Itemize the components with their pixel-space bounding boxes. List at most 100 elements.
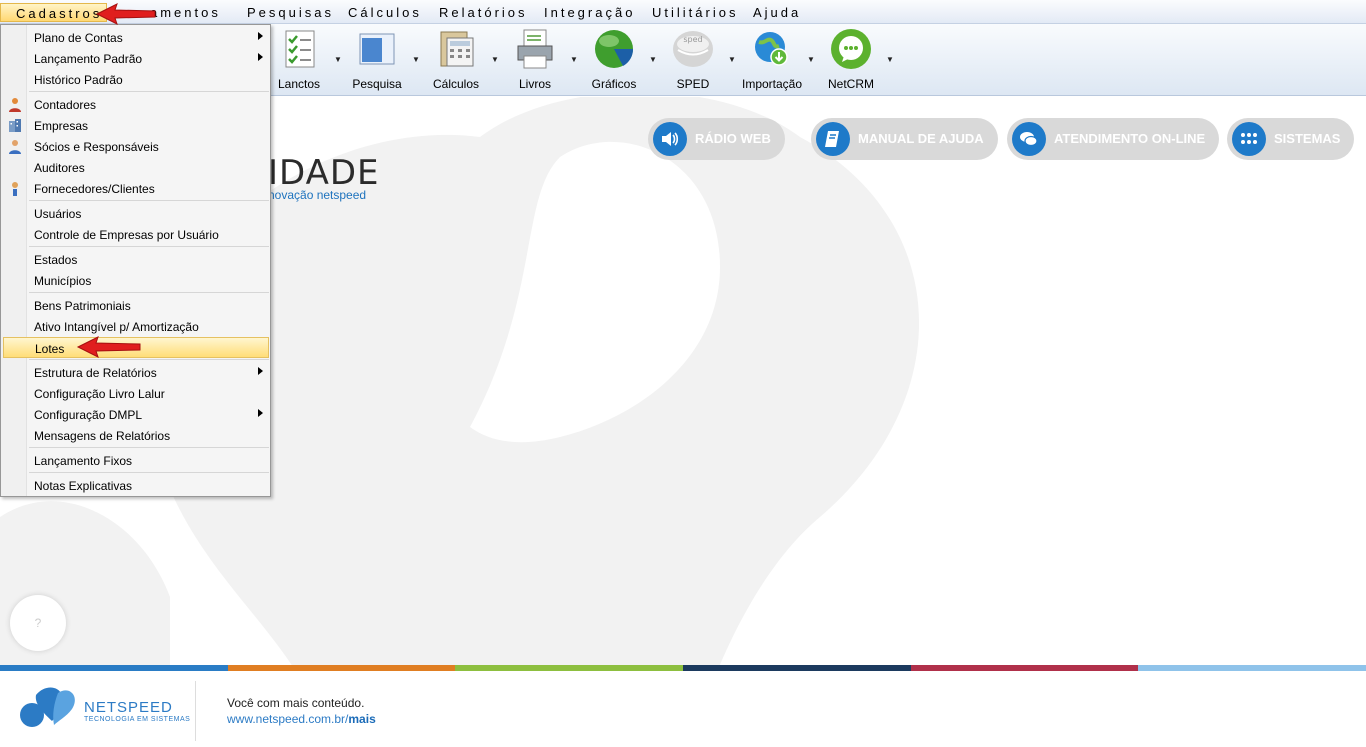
menu-item-label: Configuração Livro Lalur (34, 387, 165, 401)
toolbar-sped-dropdown-icon[interactable]: ▼ (728, 55, 736, 64)
toolbar-graficos[interactable]: Gráficos ▼ (581, 24, 657, 96)
menu-item-socios-e-responsaveis[interactable]: Sócios e Responsáveis (3, 136, 269, 157)
menu-item-estrutura-de-relatorios[interactable]: Estrutura de Relatórios (3, 362, 269, 383)
toolbar-lanctos-dropdown-icon[interactable]: ▼ (334, 55, 342, 64)
toolbar-netcrm-dropdown-icon[interactable]: ▼ (886, 55, 894, 64)
menu-item-auditores[interactable]: Auditores (3, 157, 269, 178)
toolbar-pesquisa-label: Pesquisa (352, 77, 402, 91)
menu-item-configuracao-dmpl[interactable]: Configuração DMPL (3, 404, 269, 425)
chat-icon (1012, 122, 1046, 156)
sistemas-button[interactable]: SISTEMAS (1227, 118, 1355, 160)
cadastros-dropdown-menu: Plano de Contas Lançamento Padrão Histór… (0, 24, 271, 497)
menu-item-mensagens-de-relatorios[interactable]: Mensagens de Relatórios (3, 425, 269, 446)
menu-item-usuarios[interactable]: Usuários (3, 203, 269, 224)
menu-item-fornecedores-clientes[interactable]: Fornecedores/Clientes (3, 178, 269, 199)
menu-relatorios[interactable]: Relatórios (439, 5, 528, 20)
menu-item-label: Bens Patrimoniais (34, 299, 131, 313)
toolbar-calculos-dropdown-icon[interactable]: ▼ (491, 55, 499, 64)
toolbar-pesquisa-dropdown-icon[interactable]: ▼ (412, 55, 420, 64)
menu-item-label: Estados (34, 253, 78, 267)
menu-item-ativo-intangivel[interactable]: Ativo Intangível p/ Amortização (3, 316, 269, 337)
menu-integracao[interactable]: Integração (544, 5, 635, 20)
manual-de-ajuda-button[interactable]: MANUAL DE AJUDA (811, 118, 998, 160)
menu-item-label: Notas Explicativas (34, 479, 133, 493)
menu-ajuda[interactable]: Ajuda (753, 5, 801, 20)
menu-item-historico-padrao[interactable]: Histórico Padrão (3, 69, 269, 90)
menu-item-label: Plano de Contas (34, 31, 123, 45)
toolbar-netcrm-label: NetCRM (827, 77, 874, 91)
menu-pesquisas[interactable]: Pesquisas (247, 5, 334, 20)
menu-item-estados[interactable]: Estados (3, 249, 269, 270)
menu-item-label: Auditores (34, 161, 85, 175)
menu-item-contadores[interactable]: Contadores (3, 94, 269, 115)
menu-item-label: Usuários (34, 207, 82, 221)
chat-bubble-icon (831, 29, 871, 69)
menu-item-label: Empresas (34, 119, 89, 133)
menu-lancamentos[interactable]: amentos (150, 5, 221, 20)
menu-separator (29, 472, 269, 473)
toolbar-importacao[interactable]: Importação ▼ (739, 24, 815, 96)
menu-item-bens-patrimoniais[interactable]: Bens Patrimoniais (3, 295, 269, 316)
menu-calculos[interactable]: Cálculos (348, 5, 422, 20)
help-button[interactable]: ? (10, 595, 66, 651)
menu-item-label: Municípios (34, 274, 92, 288)
grid-dots-icon (1232, 122, 1266, 156)
partners-icon (9, 140, 21, 154)
submenu-arrow-icon (258, 53, 263, 61)
menu-item-label: Contadores (34, 98, 97, 112)
submenu-arrow-icon (258, 367, 263, 375)
annotation-arrow-icon (95, 3, 156, 25)
radio-web-label: RÁDIO WEB (695, 131, 771, 146)
buildings-icon (9, 119, 21, 132)
menu-item-lancamento-padrao[interactable]: Lançamento Padrão (3, 48, 269, 69)
footer-tagline: Você com mais conteúdo. (227, 696, 365, 710)
menu-utilitarios[interactable]: Utilitários (652, 5, 738, 20)
netspeed-logo-icon (20, 687, 75, 727)
menu-item-lancamento-fixos[interactable]: Lançamento Fixos (3, 450, 269, 471)
toolbar-importacao-dropdown-icon[interactable]: ▼ (807, 55, 815, 64)
footer: NETSPEED TECNOLOGIA EM SISTEMAS Você com… (0, 671, 1366, 747)
annotation-arrow-icon (76, 336, 141, 358)
atendimento-online-button[interactable]: ATENDIMENTO ON-LINE (1007, 118, 1220, 160)
toolbar-sped[interactable]: sped SPED ▼ (660, 24, 736, 96)
menu-separator (29, 91, 269, 92)
sped-icon: sped (673, 31, 713, 67)
product-logo-tagline: novação netspeed (268, 188, 367, 202)
menu-cadastros[interactable]: Cadastros (0, 3, 108, 22)
toolbar-pesquisa[interactable]: Pesquisa ▼ (344, 24, 420, 96)
menu-item-plano-de-contas[interactable]: Plano de Contas (3, 27, 269, 48)
menu-item-label: Sócios e Responsáveis (34, 140, 159, 154)
toolbar-sped-label: SPED (676, 77, 710, 91)
menu-bar: Cadastros amentos Pesquisas Cálculos Rel… (0, 0, 1366, 24)
toolbar-lanctos[interactable]: Lanctos ▼ (266, 24, 342, 96)
toolbar-calculos[interactable]: Cálculos ▼ (423, 24, 499, 96)
speaker-icon (653, 122, 687, 156)
menu-item-controle-empresas-por-usuario[interactable]: Controle de Empresas por Usuário (3, 224, 269, 245)
manual-de-ajuda-label: MANUAL DE AJUDA (858, 131, 984, 146)
toolbar-netcrm[interactable]: NetCRM ▼ (818, 24, 894, 96)
toolbar-graficos-dropdown-icon[interactable]: ▼ (649, 55, 657, 64)
toolbar-livros-dropdown-icon[interactable]: ▼ (570, 55, 578, 64)
menu-item-label: Lançamento Padrão (34, 52, 143, 66)
window-icon (359, 33, 395, 65)
menu-separator (29, 246, 269, 247)
menu-item-municipios[interactable]: Municípios (3, 270, 269, 291)
menu-item-label: Lotes (35, 342, 65, 356)
sistemas-label: SISTEMAS (1274, 131, 1341, 146)
menu-item-notas-explicativas[interactable]: Notas Explicativas (3, 475, 269, 496)
menu-item-configuracao-livro-lalur[interactable]: Configuração Livro Lalur (3, 383, 269, 404)
atendimento-online-label: ATENDIMENTO ON-LINE (1054, 131, 1206, 146)
menu-item-label: Ativo Intangível p/ Amortização (34, 320, 199, 334)
menu-separator (29, 292, 269, 293)
menu-separator (29, 447, 269, 448)
menu-item-empresas[interactable]: Empresas (3, 115, 269, 136)
svg-text:sped: sped (683, 35, 702, 44)
footer-link[interactable]: www.netspeed.com.br/mais (227, 712, 376, 726)
radio-web-button[interactable]: RÁDIO WEB (648, 118, 785, 160)
footer-divider (195, 681, 196, 741)
footer-brand: NETSPEED (84, 699, 173, 716)
menu-item-label: Histórico Padrão (34, 73, 123, 87)
toolbar-livros[interactable]: Livros ▼ (502, 24, 578, 96)
footer-link-prefix: www.netspeed.com.br/ (227, 712, 349, 726)
menu-item-label: Mensagens de Relatórios (34, 429, 171, 443)
